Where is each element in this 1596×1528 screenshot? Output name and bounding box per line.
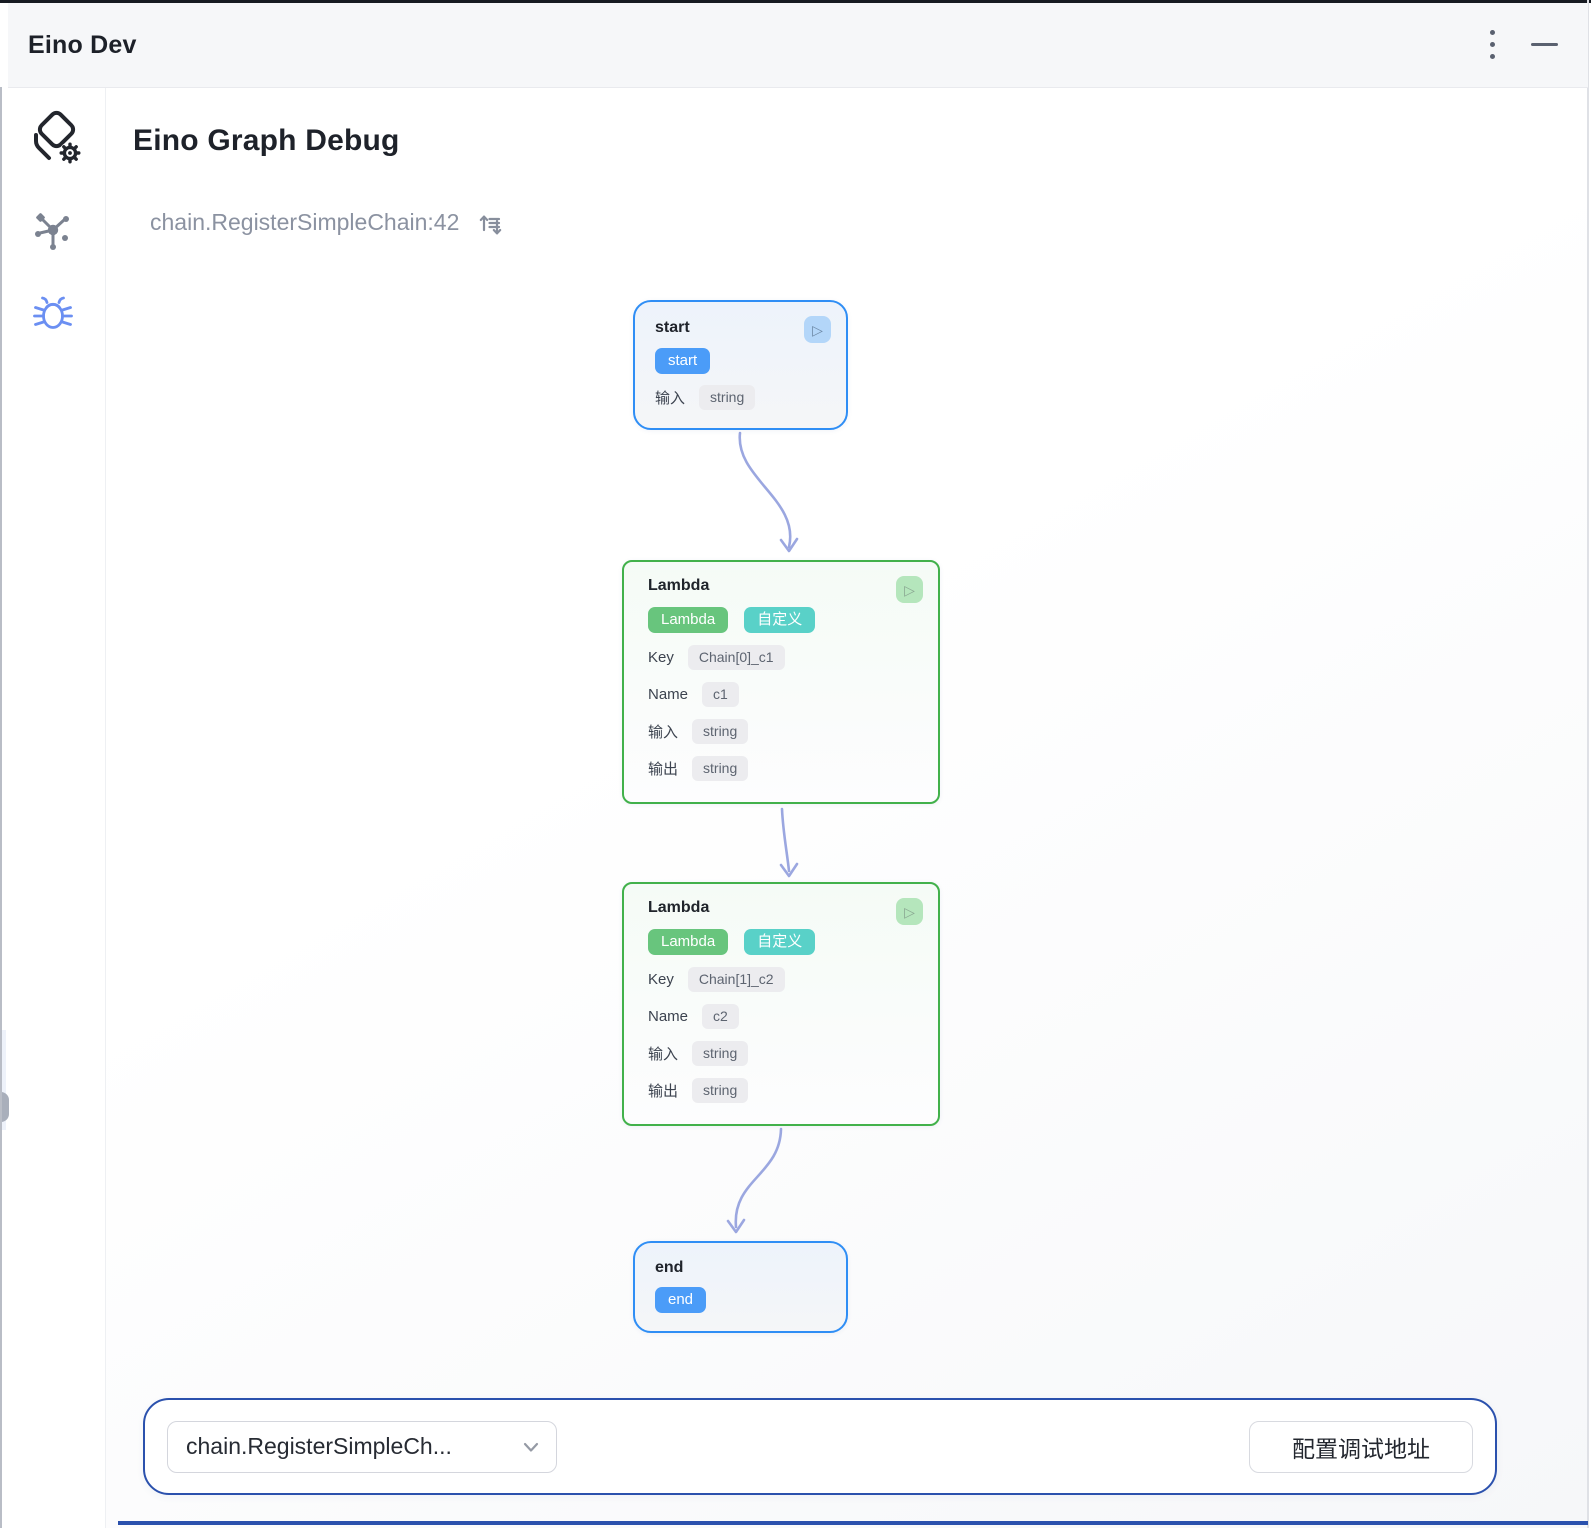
eino-logo-icon [28, 110, 86, 170]
sort-icon[interactable] [478, 212, 504, 238]
row-label: 输入 [655, 387, 685, 408]
trace-selector[interactable]: chain.RegisterSimpleCh... [167, 1421, 557, 1473]
row-value-tag: string [692, 756, 748, 781]
node-row: Key Chain[1]_c2 [648, 967, 914, 992]
titlebar: Eino Dev [8, 3, 1588, 88]
lower-panel-top-border [118, 1521, 1588, 1525]
row-label: 输出 [648, 758, 678, 779]
node-title: Lambda [648, 577, 914, 595]
window-left-border [0, 87, 2, 1528]
row-value-tag: string [692, 1078, 748, 1103]
configure-debug-address-button[interactable]: 配置调试地址 [1249, 1421, 1473, 1473]
play-button[interactable] [896, 898, 923, 925]
chevron-down-icon [522, 1441, 540, 1453]
row-value-tag: string [699, 385, 755, 410]
node-type-badge: Lambda [648, 929, 728, 955]
window-right-border [1587, 0, 1589, 1528]
play-button[interactable] [896, 576, 923, 603]
app-title: Eino Dev [28, 31, 137, 60]
row-value-tag: string [692, 719, 748, 744]
kebab-menu-icon[interactable] [1477, 22, 1507, 66]
row-label: Name [648, 1008, 688, 1025]
row-label: Name [648, 686, 688, 703]
node-title: start [655, 319, 826, 337]
node-row: Key Chain[0]_c1 [648, 645, 914, 670]
row-value-tag: Chain[1]_c2 [688, 967, 785, 992]
node-end[interactable]: end end [633, 1241, 848, 1333]
page-title: Eino Graph Debug [133, 124, 400, 158]
node-row: Name c2 [648, 1004, 914, 1029]
node-title: end [655, 1259, 826, 1277]
footer-bar: chain.RegisterSimpleCh... 配置调试地址 [143, 1398, 1497, 1495]
node-lambda-2[interactable]: Lambda Lambda 自定义 Key Chain[1]_c2 Name c… [622, 882, 940, 1126]
node-row: 输入 string [648, 1041, 914, 1066]
app-window: Eino Dev Eino Graph Debug [0, 0, 1596, 1528]
node-lambda-1[interactable]: Lambda Lambda 自定义 Key Chain[0]_c1 Name c… [622, 560, 940, 804]
row-label: Key [648, 971, 674, 988]
node-title: Lambda [648, 899, 914, 917]
trace-selector-value: chain.RegisterSimpleCh... [186, 1433, 452, 1460]
node-row: 输出 string [648, 756, 914, 781]
row-value-tag: c2 [702, 1004, 739, 1029]
row-value-tag: c1 [702, 682, 739, 707]
node-row: Name c1 [648, 682, 914, 707]
sidebar-item-graph[interactable] [31, 207, 75, 255]
trace-label: chain.RegisterSimpleChain:42 [150, 209, 459, 236]
node-type-badge: end [655, 1287, 706, 1313]
node-row: 输入 string [648, 719, 914, 744]
node-custom-badge: 自定义 [744, 607, 815, 633]
node-custom-badge: 自定义 [744, 929, 815, 955]
row-label: Key [648, 649, 674, 666]
row-label: 输入 [648, 1043, 678, 1064]
row-value-tag: Chain[0]_c1 [688, 645, 785, 670]
node-start[interactable]: start start 输入 string [633, 300, 848, 430]
row-label: 输出 [648, 1080, 678, 1101]
play-button[interactable] [804, 316, 831, 343]
node-type-badge: Lambda [648, 607, 728, 633]
node-type-badge: start [655, 348, 710, 374]
node-row: 输出 string [648, 1078, 914, 1103]
row-value-tag: string [692, 1041, 748, 1066]
row-label: 输入 [648, 721, 678, 742]
node-row: 输入 string [655, 385, 826, 410]
minimize-button[interactable] [1523, 24, 1565, 64]
sidebar-item-debug[interactable] [32, 292, 74, 334]
